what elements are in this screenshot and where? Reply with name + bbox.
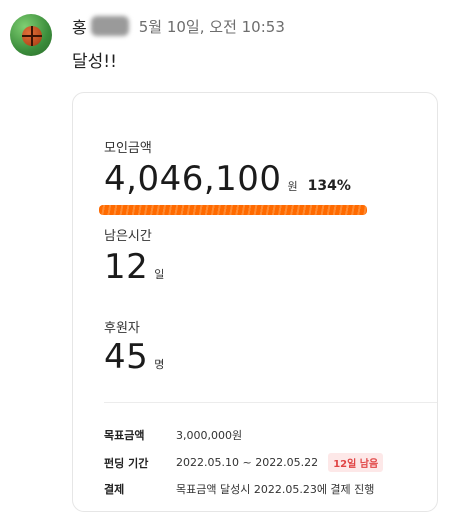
backers-value: 45	[104, 337, 149, 377]
amount-percent: 134%	[307, 178, 351, 194]
divider	[104, 402, 437, 403]
time-left-label: 남은시간	[104, 229, 152, 244]
time-left-unit: 일	[154, 268, 165, 281]
payment-value: 목표금액 달성시 2022.05.23에 결제 진행	[176, 483, 375, 496]
amount-value: 4,046,100	[104, 159, 282, 199]
backers-unit: 명	[154, 358, 165, 371]
message-text: 달성!!	[72, 52, 117, 72]
avatar[interactable]	[10, 14, 52, 56]
info-row-payment: 결제 목표금액 달성시 2022.05.23에 결제 진행	[104, 481, 374, 497]
message-header: 홍 5월 10일, 오전 10:53	[72, 14, 285, 38]
redacted-name	[90, 16, 129, 36]
sender-name[interactable]: 홍	[72, 14, 87, 38]
amount-label: 모인금액	[104, 141, 152, 156]
backers-label: 후원자	[104, 321, 140, 336]
time-left-row: 12 일	[104, 247, 164, 287]
backers-row: 45 명	[104, 337, 164, 377]
period-key: 펀딩 기간	[104, 456, 149, 470]
amount-row: 4,046,100 원 134%	[104, 159, 351, 199]
highlight-underline	[99, 205, 367, 215]
info-row-period: 펀딩 기간 2022.05.10 ~ 2022.05.22 12일 남음	[104, 453, 384, 472]
goal-key: 목표금액	[104, 429, 145, 442]
basketball-icon	[22, 26, 42, 46]
message-timestamp: 5월 10일, 오전 10:53	[138, 17, 285, 36]
payment-key: 결제	[104, 483, 125, 496]
time-left-value: 12	[104, 247, 149, 287]
days-left-badge: 12일 남음	[328, 453, 384, 472]
goal-value: 3,000,000원	[176, 429, 243, 442]
period-value: 2022.05.10 ~ 2022.05.22	[176, 456, 319, 469]
info-row-goal: 목표금액 3,000,000원	[104, 427, 242, 443]
amount-unit: 원	[287, 180, 298, 193]
funding-card[interactable]: 모인금액 4,046,100 원 134% 남은시간 12 일 후원자 45 명…	[72, 92, 438, 512]
